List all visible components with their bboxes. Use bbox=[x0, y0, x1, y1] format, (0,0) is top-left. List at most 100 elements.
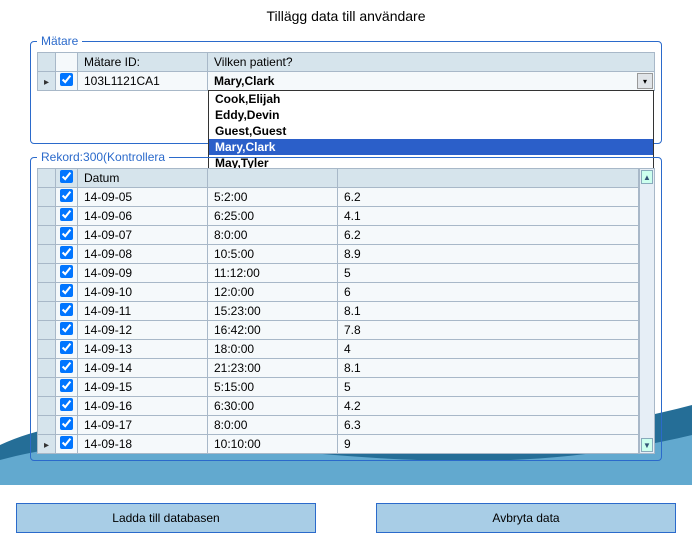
records-scrollbar[interactable]: ▲ ▼ bbox=[639, 168, 655, 454]
row-checkbox[interactable] bbox=[60, 265, 73, 278]
datum-cell: 14-09-11 bbox=[78, 302, 208, 321]
value-cell: 4.2 bbox=[338, 397, 639, 416]
row-checkbox[interactable] bbox=[60, 436, 73, 449]
value-cell: 6 bbox=[338, 283, 639, 302]
row-checkbox[interactable] bbox=[60, 227, 73, 240]
row-header bbox=[38, 226, 56, 245]
table-row: 14-09-1115:23:008.1 bbox=[38, 302, 639, 321]
patient-option[interactable]: Guest,Guest bbox=[209, 123, 653, 139]
row-checkbox[interactable] bbox=[60, 360, 73, 373]
patient-option[interactable]: Eddy,Devin bbox=[209, 107, 653, 123]
matare-checkbox-cell bbox=[56, 72, 78, 91]
value-cell: 9 bbox=[338, 435, 639, 454]
time-cell: 5:15:00 bbox=[208, 378, 338, 397]
rekord-legend: Rekord:300(Kontrollera bbox=[37, 150, 169, 164]
patient-combo-cell: Mary,Clark ▾ Cook,ElijahEddy,DevinGuest,… bbox=[208, 72, 655, 91]
time-cell: 5:2:00 bbox=[208, 188, 338, 207]
records-time-header bbox=[208, 169, 338, 188]
patient-selected-text: Mary,Clark bbox=[208, 74, 637, 88]
row-checkbox-cell bbox=[56, 226, 78, 245]
row-header bbox=[38, 397, 56, 416]
value-cell: 6.2 bbox=[338, 188, 639, 207]
records-check-all[interactable] bbox=[60, 170, 73, 183]
datum-cell: 14-09-09 bbox=[78, 264, 208, 283]
table-row: 14-09-0911:12:005 bbox=[38, 264, 639, 283]
matare-rowheader-blank bbox=[38, 53, 56, 72]
table-row: 14-09-1810:10:009 bbox=[38, 435, 639, 454]
row-checkbox[interactable] bbox=[60, 246, 73, 259]
row-pointer-icon bbox=[38, 435, 56, 454]
value-cell: 8.1 bbox=[338, 359, 639, 378]
datum-cell: 14-09-10 bbox=[78, 283, 208, 302]
table-row: 14-09-178:0:006.3 bbox=[38, 416, 639, 435]
row-checkbox[interactable] bbox=[60, 189, 73, 202]
row-checkbox[interactable] bbox=[60, 303, 73, 316]
datum-cell: 14-09-06 bbox=[78, 207, 208, 226]
matare-row-checkbox[interactable] bbox=[60, 73, 73, 86]
matare-check-header bbox=[56, 53, 78, 72]
matare-row: 103L1121CA1 Mary,Clark ▾ Cook,ElijahEddy… bbox=[38, 72, 655, 91]
row-header bbox=[38, 340, 56, 359]
row-header bbox=[38, 321, 56, 340]
row-checkbox-cell bbox=[56, 359, 78, 378]
time-cell: 18:0:00 bbox=[208, 340, 338, 359]
time-cell: 16:42:00 bbox=[208, 321, 338, 340]
row-checkbox-cell bbox=[56, 264, 78, 283]
row-header bbox=[38, 283, 56, 302]
scroll-up-icon[interactable]: ▲ bbox=[641, 170, 653, 184]
table-row: 14-09-1216:42:007.8 bbox=[38, 321, 639, 340]
row-header bbox=[38, 378, 56, 397]
rekord-group: Rekord:300(Kontrollera Datum 14-09-055:2… bbox=[30, 150, 662, 461]
row-checkbox[interactable] bbox=[60, 398, 73, 411]
table-row: 14-09-066:25:004.1 bbox=[38, 207, 639, 226]
row-checkbox-cell bbox=[56, 302, 78, 321]
time-cell: 8:0:00 bbox=[208, 416, 338, 435]
row-checkbox-cell bbox=[56, 378, 78, 397]
matare-legend: Mätare bbox=[37, 34, 82, 48]
time-cell: 8:0:00 bbox=[208, 226, 338, 245]
value-cell: 7.8 bbox=[338, 321, 639, 340]
row-header bbox=[38, 359, 56, 378]
datum-cell: 14-09-18 bbox=[78, 435, 208, 454]
chevron-down-icon[interactable]: ▾ bbox=[637, 73, 653, 89]
datum-cell: 14-09-08 bbox=[78, 245, 208, 264]
row-checkbox[interactable] bbox=[60, 208, 73, 221]
datum-cell: 14-09-14 bbox=[78, 359, 208, 378]
row-pointer-icon bbox=[38, 72, 56, 91]
row-checkbox[interactable] bbox=[60, 322, 73, 335]
time-cell: 10:5:00 bbox=[208, 245, 338, 264]
row-checkbox-cell bbox=[56, 397, 78, 416]
datum-cell: 14-09-05 bbox=[78, 188, 208, 207]
matare-grid: Mätare ID: Vilken patient? 103L1121CA1 M… bbox=[37, 52, 655, 91]
records-datum-header: Datum bbox=[78, 169, 208, 188]
load-button[interactable]: Ladda till databasen bbox=[16, 503, 316, 533]
row-checkbox[interactable] bbox=[60, 379, 73, 392]
page-title: Tillägg data till användare bbox=[0, 0, 692, 28]
patient-combobox[interactable]: Mary,Clark ▾ bbox=[208, 72, 654, 90]
datum-cell: 14-09-15 bbox=[78, 378, 208, 397]
value-cell: 5 bbox=[338, 378, 639, 397]
scroll-down-icon[interactable]: ▼ bbox=[641, 438, 653, 452]
row-checkbox-cell bbox=[56, 435, 78, 454]
records-container: Datum 14-09-055:2:006.214-09-066:25:004.… bbox=[37, 168, 655, 454]
value-cell: 8.1 bbox=[338, 302, 639, 321]
time-cell: 6:25:00 bbox=[208, 207, 338, 226]
matare-id-header: Mätare ID: bbox=[78, 53, 208, 72]
row-checkbox-cell bbox=[56, 321, 78, 340]
row-checkbox[interactable] bbox=[60, 417, 73, 430]
row-checkbox[interactable] bbox=[60, 284, 73, 297]
datum-cell: 14-09-16 bbox=[78, 397, 208, 416]
matare-patient-header: Vilken patient? bbox=[208, 53, 655, 72]
row-checkbox-cell bbox=[56, 245, 78, 264]
row-checkbox-cell bbox=[56, 340, 78, 359]
patient-option[interactable]: Cook,Elijah bbox=[209, 91, 653, 107]
datum-cell: 14-09-13 bbox=[78, 340, 208, 359]
records-value-header bbox=[338, 169, 639, 188]
value-cell: 8.9 bbox=[338, 245, 639, 264]
records-check-header bbox=[56, 169, 78, 188]
row-checkbox[interactable] bbox=[60, 341, 73, 354]
value-cell: 6.3 bbox=[338, 416, 639, 435]
row-header bbox=[38, 207, 56, 226]
datum-cell: 14-09-17 bbox=[78, 416, 208, 435]
cancel-button[interactable]: Avbryta data bbox=[376, 503, 676, 533]
